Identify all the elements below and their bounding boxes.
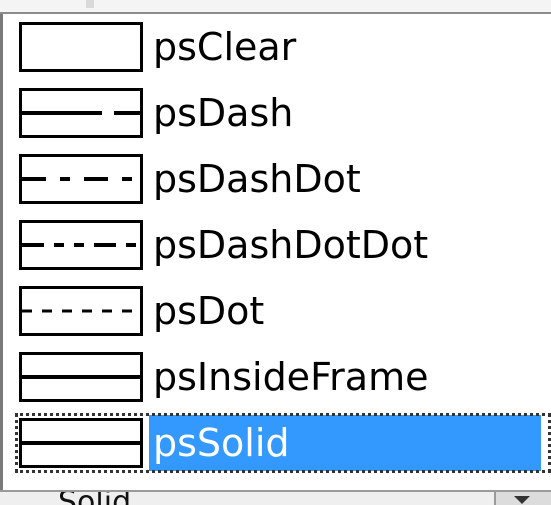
combo-dropdown-button[interactable] <box>494 492 551 505</box>
pen-dot-preview <box>22 309 140 313</box>
list-item-psdashdotdot[interactable]: psDashDotDot <box>9 212 551 278</box>
list-item-label: psClear <box>153 25 297 69</box>
combo-value: Solid <box>58 492 131 505</box>
list-item-psdot[interactable]: psDot <box>9 278 551 344</box>
list-item-pssolid[interactable]: psSolid <box>9 410 551 476</box>
pen-dashdotdot-icon <box>19 220 143 270</box>
list-item-label: psSolid <box>149 415 541 471</box>
list-item-label: psDashDot <box>153 157 361 201</box>
pen-dashdot-preview <box>22 177 140 181</box>
list-item-label: psDash <box>153 91 294 135</box>
pen-dash-preview <box>22 111 140 115</box>
control-above-edge <box>0 0 551 14</box>
pen-style-listbox[interactable]: psClear psDash psDashDot psDashDotDot ps… <box>0 14 551 490</box>
pen-clear-preview <box>22 25 140 69</box>
list-item-psclear[interactable]: psClear <box>9 14 551 80</box>
pen-insideframe-preview <box>22 375 140 379</box>
pen-dot-icon <box>19 286 143 336</box>
chevron-down-icon <box>514 496 530 504</box>
list-item-psdash[interactable]: psDash <box>9 80 551 146</box>
pen-dashdotdot-preview <box>22 243 140 247</box>
pen-dashdot-icon <box>19 154 143 204</box>
pen-style-dropdown-screen: psClear psDash psDashDot psDashDotDot ps… <box>0 0 551 505</box>
pen-insideframe-icon <box>19 352 143 402</box>
pen-style-combobox[interactable]: Solid <box>0 490 551 505</box>
list-item-psinsideframe[interactable]: psInsideFrame <box>9 344 551 410</box>
list-item-label: psInsideFrame <box>153 355 429 399</box>
pen-solid-icon <box>19 418 143 468</box>
pen-dash-icon <box>19 88 143 138</box>
list-item-psdashdot[interactable]: psDashDot <box>9 146 551 212</box>
pen-clear-icon <box>19 22 143 72</box>
list-item-label: psDashDotDot <box>153 223 429 267</box>
list-item-label: psDot <box>153 289 265 333</box>
control-above-stub <box>86 0 94 8</box>
pen-solid-preview <box>22 441 140 445</box>
